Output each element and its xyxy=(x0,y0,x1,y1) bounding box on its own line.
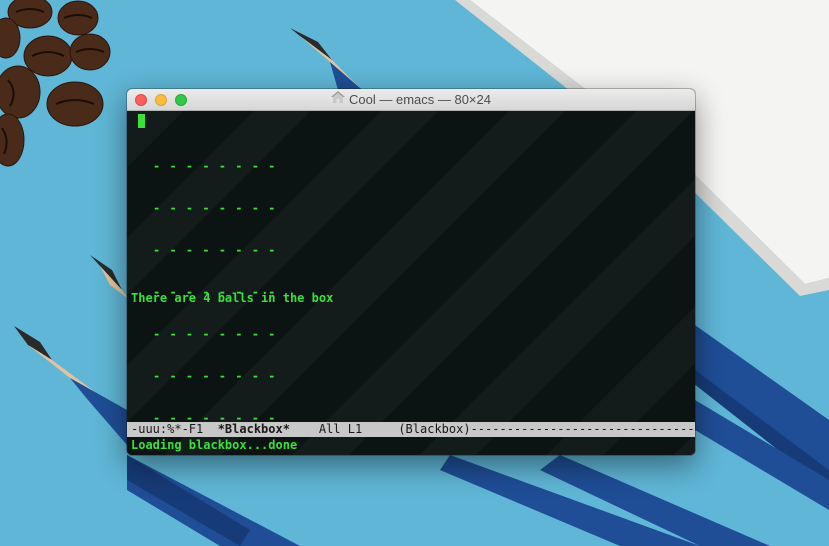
modeline-mode: (Blackbox)------------------------------… xyxy=(398,422,695,436)
minimize-button[interactable] xyxy=(155,94,167,106)
status-message: There are 4 balls in the box xyxy=(131,291,334,305)
grid-row: - - - - - - - - xyxy=(153,201,277,215)
window-title: Cool — emacs — 80×24 xyxy=(349,92,491,107)
grid-row: - - - - - - - - xyxy=(153,453,276,455)
title-bar[interactable]: Cool — emacs — 80×24 xyxy=(127,89,695,111)
terminal-screen[interactable]: - - - - - - - - - - - - - - - - - - - - … xyxy=(127,111,695,455)
grid-row: - - - - - - - - xyxy=(153,327,277,341)
terminal-window: Cool — emacs — 80×24 - - - - - - - - - -… xyxy=(127,89,695,455)
desktop-wallpaper: Cool — emacs — 80×24 - - - - - - - - - -… xyxy=(0,0,829,546)
close-button[interactable] xyxy=(135,94,147,106)
home-icon xyxy=(331,89,345,111)
grid-row: - - - - - - - - xyxy=(153,159,277,173)
window-title-wrap: Cool — emacs — 80×24 xyxy=(127,89,695,111)
zoom-button[interactable] xyxy=(175,94,187,106)
block-cursor xyxy=(138,114,145,128)
modeline-position: All L1 xyxy=(289,422,399,436)
grid-row: - - - - - - - - xyxy=(153,369,277,383)
modeline-buffer-name: *Blackbox* xyxy=(217,422,290,436)
modeline-prefix: -uuu:%*-F1 xyxy=(131,422,218,436)
mode-line: -uuu:%*-F1 *Blackbox* All L1 (Blackbox)-… xyxy=(127,422,695,437)
echo-area: Loading blackbox...done xyxy=(131,438,298,452)
grid-row: - - - - - - - - xyxy=(153,243,277,257)
